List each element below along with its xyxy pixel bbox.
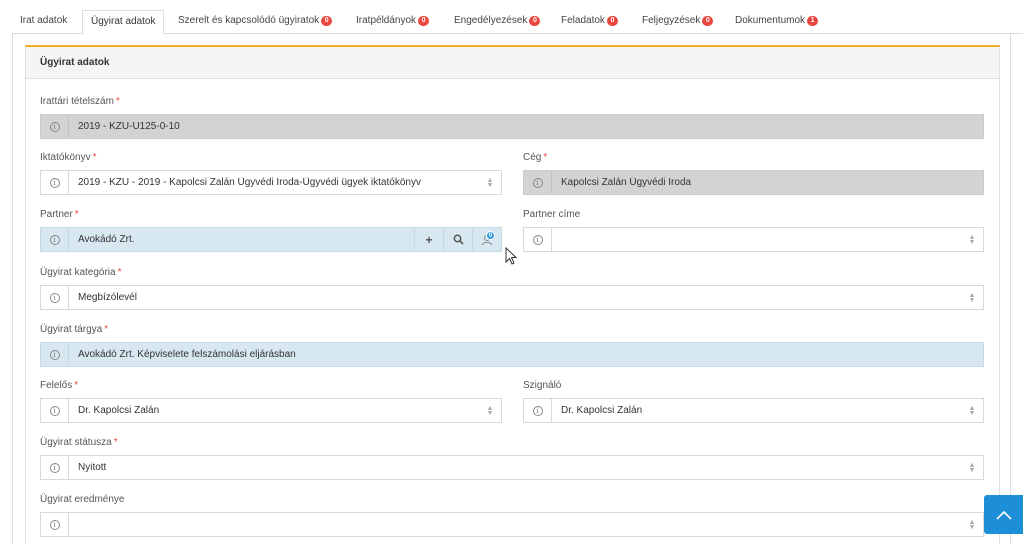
szignalo-select[interactable]: i Dr. Kapolcsi Zalán ▲ ▼ — [523, 398, 984, 423]
info-icon-box: i — [41, 343, 69, 366]
field-value: Kapolcsi Zalán Ügyvédi Iroda — [561, 177, 692, 188]
info-icon: i — [49, 234, 60, 245]
irattari-tetelszam-label: Irattári tételszám * — [40, 96, 120, 107]
tab-label: Ügyirat adatok — [91, 16, 156, 27]
chevron-up-icon — [995, 510, 1012, 520]
tab-szerelt-kapcsolodo[interactable]: Szerelt és kapcsolódó ügyiratok 0 — [170, 10, 340, 34]
info-icon-box: i — [41, 286, 69, 309]
partner-label: Partner * — [40, 209, 79, 220]
field-value: Dr. Kapolcsi Zalán — [78, 405, 160, 416]
info-icon-box: i — [524, 228, 552, 251]
ceg-label: Cég * — [523, 152, 548, 163]
add-partner-button[interactable]: + — [414, 228, 443, 251]
ugyirat-kategoria-label: Ügyirat kategória * — [40, 267, 122, 278]
tab-feljegyzesek[interactable]: Feljegyzések 0 — [634, 10, 721, 34]
field-value: 2019 - KZU-U125-0-10 — [78, 121, 180, 132]
felelos-select[interactable]: i Dr. Kapolcsi Zalán ▲ ▼ — [40, 398, 502, 423]
mouse-cursor-icon — [505, 247, 517, 265]
tab-engedelyezesek[interactable]: Engedélyezések 0 — [446, 10, 548, 34]
ceg-field: i Kapolcsi Zalán Ügyvédi Iroda — [523, 170, 984, 195]
field-value: Dr. Kapolcsi Zalán — [561, 405, 643, 416]
tab-dokumentumok[interactable]: Dokumentumok 1 — [727, 10, 826, 34]
info-icon: i — [49, 462, 60, 473]
tab-feladatok[interactable]: Feladatok 0 — [553, 10, 626, 34]
field-value: Avokádó Zrt. — [78, 234, 135, 245]
count-badge: 0 — [606, 16, 618, 26]
ugyirat-statusza-select[interactable]: i Nyitott ▲ ▼ — [40, 455, 984, 480]
info-icon-box: i — [41, 399, 69, 422]
search-partner-button[interactable] — [443, 228, 472, 251]
tab-label: Engedélyezések — [454, 15, 528, 26]
select-arrows-icon: ▲ ▼ — [486, 176, 494, 189]
count-badge: 0 — [702, 16, 714, 26]
field-value: Nyitott — [78, 462, 107, 473]
field-value: 2019 - KZU - 2019 - Kapolcsi Zalán Ügyvé… — [78, 177, 421, 188]
tab-irat-adatok[interactable]: Irat adatok — [12, 10, 75, 34]
tab-label: Dokumentumok — [735, 15, 806, 26]
info-icon-box: i — [41, 171, 69, 194]
tab-label: Feladatok — [561, 15, 605, 26]
tab-ugyirat-adatok[interactable]: Ügyirat adatok — [82, 10, 165, 35]
field-value: Megbízólevél — [78, 292, 137, 303]
count-badge: 0 — [529, 16, 541, 26]
tab-label: Szerelt és kapcsolódó ügyiratok — [178, 15, 320, 26]
ugyirat-targya-label: Ügyirat tárgya * — [40, 324, 109, 335]
ugyirat-eredmenye-label: Ügyirat eredménye — [40, 494, 125, 505]
info-icon-box: i — [524, 399, 552, 422]
partner-field[interactable]: i Avokádó Zrt. + 0 — [40, 227, 502, 252]
search-icon — [453, 234, 464, 245]
tab-label: Iratpéldányok — [356, 15, 417, 26]
info-icon: i — [49, 349, 60, 360]
felelos-label: Felelős * — [40, 380, 79, 391]
info-icon-box: i — [41, 456, 69, 479]
ugyirat-eredmenye-select[interactable]: i ▲ ▼ — [40, 512, 984, 537]
notification-badge: 0 — [486, 231, 495, 240]
tab-bar: Irat adatok Ügyirat adatok Szerelt és ka… — [12, 10, 1023, 35]
info-icon-box: i — [41, 513, 69, 536]
info-icon-box: i — [524, 171, 552, 194]
count-badge: 0 — [418, 16, 430, 26]
tab-label: Feljegyzések — [642, 15, 701, 26]
partner-notification-button[interactable]: 0 — [472, 228, 501, 251]
info-icon: i — [49, 405, 60, 416]
tab-label: Irat adatok — [20, 15, 68, 26]
info-icon: i — [532, 234, 543, 245]
select-arrows-icon: ▲ ▼ — [968, 233, 976, 246]
iktatokonyv-select[interactable]: i 2019 - KZU - 2019 - Kapolcsi Zalán Ügy… — [40, 170, 502, 195]
count-badge: 1 — [807, 16, 819, 26]
info-icon-box: i — [41, 228, 69, 251]
count-badge: 0 — [321, 16, 333, 26]
szignalo-label: Szignáló — [523, 380, 562, 391]
panel-title: Ügyirat adatok — [26, 47, 999, 79]
select-arrows-icon: ▲ ▼ — [486, 404, 494, 417]
ugyirat-kategoria-select[interactable]: i Megbízólevél ▲ ▼ — [40, 285, 984, 310]
info-icon: i — [49, 292, 60, 303]
select-arrows-icon: ▲ ▼ — [968, 404, 976, 417]
select-arrows-icon: ▲ ▼ — [968, 461, 976, 474]
partner-cime-select[interactable]: i ▲ ▼ — [523, 227, 984, 252]
iktatokonyv-label: Iktatókönyv * — [40, 152, 97, 163]
info-icon: i — [532, 177, 543, 188]
partner-cime-label: Partner címe — [523, 209, 581, 220]
field-value: Avokádó Zrt. Képviselete felszámolási el… — [78, 349, 296, 360]
irattari-tetelszam-field: i 2019 - KZU-U125-0-10 — [40, 114, 984, 139]
select-arrows-icon: ▲ ▼ — [968, 291, 976, 304]
info-icon-box: i — [41, 115, 69, 138]
ugyirat-statusza-label: Ügyirat státusza * — [40, 437, 118, 448]
scroll-to-top-button[interactable] — [984, 495, 1023, 534]
info-icon: i — [532, 405, 543, 416]
plus-icon: + — [425, 232, 433, 247]
info-icon: i — [49, 121, 60, 132]
info-icon: i — [49, 519, 60, 530]
tab-iratpeldanyok[interactable]: Iratpéldányok 0 — [348, 10, 437, 34]
ugyirat-targya-input[interactable]: i Avokádó Zrt. Képviselete felszámolási … — [40, 342, 984, 367]
info-icon: i — [49, 177, 60, 188]
select-arrows-icon: ▲ ▼ — [968, 518, 976, 531]
